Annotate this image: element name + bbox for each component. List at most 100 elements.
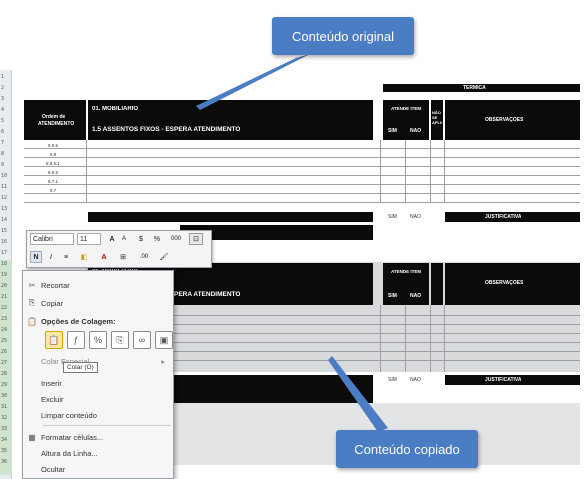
fill-color-icon[interactable]: ◧ xyxy=(75,251,93,263)
row-number[interactable]: 15 xyxy=(1,228,7,234)
menu-item-formatar-celulas[interactable]: ▦ Formatar células... xyxy=(23,429,173,445)
mini-toolbar: Calibri 11 A A $ % 000 ⊡ N I ≡ ◧ A ⊞ .00… xyxy=(26,230,212,268)
currency-format-button[interactable]: $ xyxy=(133,233,149,245)
italic-button[interactable]: I xyxy=(45,251,57,263)
row-number[interactable]: 5 xyxy=(1,118,4,124)
row-number[interactable]: 31 xyxy=(1,404,7,410)
grow-font-button[interactable]: A xyxy=(107,233,117,245)
row-number[interactable]: 20 xyxy=(1,283,7,289)
paste-values-icon[interactable]: ⎘ xyxy=(111,331,129,349)
left-header-line2: ATENDIMENTO xyxy=(38,121,75,127)
menu-item-colar-especial[interactable]: Colar Especial... ▸ xyxy=(23,353,173,369)
col-sim: SIM xyxy=(388,128,397,134)
row-number[interactable]: 12 xyxy=(1,195,7,201)
menu-item-label: Limpar conteúdo xyxy=(41,410,97,420)
row-number[interactable]: 25 xyxy=(1,338,7,344)
grid-line xyxy=(430,305,431,372)
brush-icon[interactable]: 🖌 xyxy=(157,251,171,263)
row-number[interactable]: 36 xyxy=(1,459,7,465)
submenu-arrow-icon: ▸ xyxy=(161,356,165,366)
font-color-button[interactable]: A xyxy=(97,251,111,263)
grid-line xyxy=(405,140,406,203)
col-sim: SIM xyxy=(388,214,397,220)
row-number[interactable]: 30 xyxy=(1,393,7,399)
col-nao: NÃO xyxy=(410,293,422,299)
row-number[interactable]: 8 xyxy=(1,151,4,157)
top-band: TÉRMICA xyxy=(383,84,580,92)
grid-line xyxy=(24,175,580,176)
row-number[interactable]: 23 xyxy=(1,316,7,322)
decimal-button[interactable]: .00 xyxy=(135,251,153,263)
col-nao: NÃO xyxy=(410,377,421,383)
row-number[interactable]: 17 xyxy=(1,250,7,256)
paste-formatting-icon[interactable]: % xyxy=(89,331,107,349)
section-title: 01. MOBILIÁRIO xyxy=(92,106,139,112)
atende-header-copied: ATENDE ITEM SIM NÃO xyxy=(383,263,429,305)
col-observacoes: OBSERVAÇÕES xyxy=(485,280,524,286)
menu-item-altura-linha[interactable]: Altura da Linha... xyxy=(23,445,173,461)
row-number[interactable]: 19 xyxy=(1,272,7,278)
row-number[interactable]: 21 xyxy=(1,294,7,300)
menu-item-label: Copiar xyxy=(41,298,64,308)
font-name-select[interactable]: Calibri xyxy=(30,233,74,245)
row-number[interactable]: 3 xyxy=(1,96,4,102)
thousands-format-button[interactable]: 000 xyxy=(165,233,187,245)
row-number[interactable]: 24 xyxy=(1,327,7,333)
row-number[interactable]: 11 xyxy=(1,184,7,190)
menu-item-excluir[interactable]: Excluir xyxy=(23,391,173,407)
menu-item-limpar-conteudo[interactable]: Limpar conteúdo xyxy=(23,407,173,423)
col-nao-aplica: NÃO SE APLICA xyxy=(432,110,442,125)
font-size-select[interactable]: 11 xyxy=(77,233,101,245)
menu-item-recortar[interactable]: ✂ Recortar xyxy=(23,277,173,293)
bold-button[interactable]: N xyxy=(30,251,42,263)
row-number[interactable]: 16 xyxy=(1,239,7,245)
menu-item-ocultar[interactable]: Ocultar xyxy=(23,461,173,477)
align-button[interactable]: ≡ xyxy=(60,251,72,263)
row-number[interactable]: 28 xyxy=(1,371,7,377)
row-number[interactable]: 33 xyxy=(1,426,7,432)
format-painter-icon[interactable]: ⊡ xyxy=(189,233,203,245)
row-number[interactable]: 32 xyxy=(1,415,7,421)
callout-copied: Conteúdo copiado xyxy=(336,430,478,468)
row-number[interactable]: 7 xyxy=(1,140,4,146)
grid-line xyxy=(24,148,580,149)
row-number[interactable]: 9 xyxy=(1,162,4,168)
row-code: 8.9.5 xyxy=(48,143,59,148)
menu-item-inserir[interactable]: Inserir xyxy=(23,375,173,391)
context-menu: ✂ Recortar ⎘ Copiar 📋 Opções de Colagem:… xyxy=(22,270,174,479)
row-number[interactable]: 29 xyxy=(1,382,7,388)
callout-original: Conteúdo original xyxy=(272,17,414,55)
row-number[interactable]: 22 xyxy=(1,305,7,311)
borders-button[interactable]: ⊞ xyxy=(115,251,131,263)
grid-line xyxy=(430,140,431,203)
grid-line xyxy=(24,157,580,158)
row-number[interactable]: 6 xyxy=(1,129,4,135)
dark-block-copied xyxy=(174,375,373,403)
justificativa-bar-copied: JUSTIFICATIVA xyxy=(445,375,580,385)
row-number[interactable]: 35 xyxy=(1,448,7,454)
row-number[interactable]: 13 xyxy=(1,206,7,212)
paste-icon[interactable]: 📋 xyxy=(45,331,63,349)
section-header-original: 01. MOBILIÁRIO 1.5 ASSENTOS FIXOS - ESPE… xyxy=(88,100,373,140)
row-number[interactable]: 10 xyxy=(1,173,7,179)
row-number[interactable]: 2 xyxy=(1,85,4,91)
row-number[interactable]: 26 xyxy=(1,349,7,355)
shrink-font-button[interactable]: A xyxy=(119,233,129,245)
paste-link-icon[interactable]: ∞ xyxy=(133,331,151,349)
grid-line xyxy=(444,305,445,372)
row-header-column: 1 2 3 4 5 6 7 8 9 10 11 12 13 14 15 16 17 18 19 20 21 22 23 24 2… xyxy=(0,70,12,479)
atende-header: ATENDE ITEM SIM NÃO xyxy=(383,100,429,140)
row-number[interactable]: 4 xyxy=(1,107,4,113)
percent-format-button[interactable]: % xyxy=(151,233,163,245)
row-number[interactable]: 27 xyxy=(1,360,7,366)
menu-item-copiar[interactable]: ⎘ Copiar xyxy=(23,295,173,311)
grid-line xyxy=(24,193,580,194)
left-header-original: Ordem de ATENDIMENTO xyxy=(24,100,86,140)
paste-formulas-icon[interactable]: ƒ xyxy=(67,331,85,349)
row-number[interactable]: 34 xyxy=(1,437,7,443)
row-number[interactable]: 14 xyxy=(1,217,7,223)
row-number[interactable]: 1 xyxy=(1,74,4,80)
row-number[interactable]: 18 xyxy=(1,261,7,267)
paste-picture-icon[interactable]: ▣ xyxy=(155,331,173,349)
nao-aplica-header: NÃO SE APLICA xyxy=(431,100,443,140)
